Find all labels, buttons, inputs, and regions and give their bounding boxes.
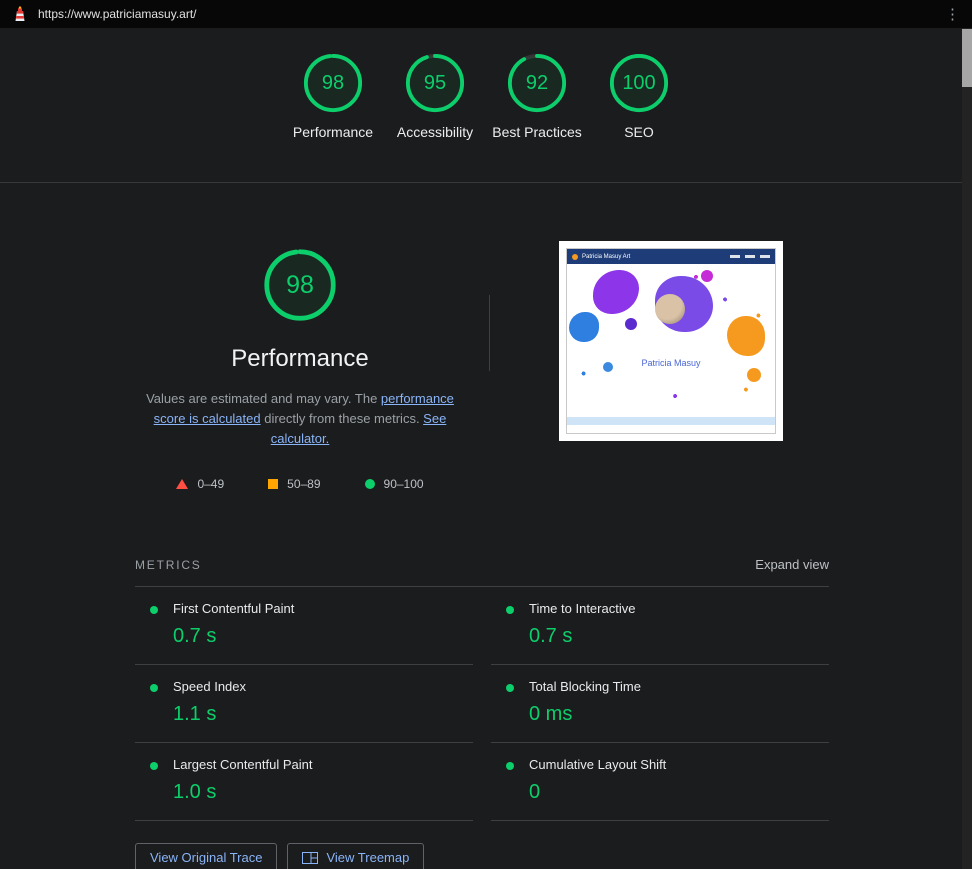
url-bar: https://www.patriciamasuy.art/ ⋮ — [0, 0, 972, 28]
score-label: Best Practices — [492, 124, 582, 140]
site-logo — [572, 253, 578, 260]
scrollbar-track[interactable] — [962, 28, 972, 869]
site-preview-footer — [567, 417, 775, 425]
average-square-icon — [268, 479, 279, 490]
metric-time-to-interactive: Time to Interactive 0.7 s — [491, 587, 829, 666]
metrics-header: METRICS Expand view — [135, 557, 829, 586]
paint-blob — [569, 312, 599, 342]
metric-cumulative-layout-shift: Cumulative Layout Shift 0 — [491, 743, 829, 822]
pass-dot-icon — [506, 684, 514, 693]
lighthouse-icon — [15, 6, 25, 21]
view-original-trace-button[interactable]: View Original Trace — [135, 843, 278, 869]
category-title: Performance — [231, 345, 369, 372]
metric-value: 0.7 s — [529, 625, 573, 648]
site-preview-body: Patricia Masuy — [567, 264, 775, 425]
metric-label: Cumulative Layout Shift — [529, 757, 667, 773]
fail-triangle-icon — [176, 479, 189, 490]
final-screenshot-thumbnail: Patricia Masuy Art Patricia Masuy — [559, 241, 783, 441]
seo-gauge: 100 — [608, 52, 670, 114]
legend-range: 90–100 — [383, 477, 424, 492]
score-summary: 98 Performance 95 Accessibility 92 Best … — [0, 28, 972, 183]
button-label: View Original Trace — [150, 850, 263, 866]
metrics-heading: METRICS — [135, 557, 202, 572]
performance-gauge: 98 — [302, 52, 364, 114]
treemap-icon — [302, 851, 319, 864]
score-value: 98 — [321, 71, 345, 94]
score-value: 98 — [286, 270, 314, 299]
performance-category-gauge: 98 — [262, 247, 338, 323]
scrollbar-thumb[interactable] — [962, 29, 972, 87]
button-label: View Treemap — [326, 850, 410, 866]
accessibility-gauge: 95 — [404, 52, 466, 114]
metric-largest-contentful-paint: Largest Contentful Paint 1.0 s — [135, 743, 473, 822]
portrait-photo — [655, 294, 685, 324]
paint-blob — [625, 318, 637, 330]
tested-url[interactable]: https://www.patriciamasuy.art/ — [38, 7, 197, 21]
description-text: Values are estimated and may vary. The — [146, 391, 381, 407]
metric-label: Speed Index — [173, 679, 247, 695]
score-value: 92 — [525, 71, 549, 94]
summary-score-seo[interactable]: 100 SEO — [594, 52, 684, 182]
metric-value: 0 — [529, 781, 541, 804]
legend-fail: 0–49 — [176, 477, 224, 491]
paint-blob — [701, 270, 713, 282]
summary-score-accessibility[interactable]: 95 Accessibility — [390, 52, 480, 182]
site-name: Patricia Masuy — [641, 358, 701, 368]
legend-average: 50–89 — [268, 477, 321, 492]
metrics-actions: View Original Trace View Treemap — [135, 843, 829, 869]
metric-value: 0.7 s — [173, 625, 217, 648]
metric-value: 0 ms — [529, 703, 573, 726]
best-practices-gauge: 92 — [506, 52, 568, 114]
pass-circle-icon — [364, 479, 375, 490]
legend-range: 50–89 — [287, 477, 321, 492]
score-scale-legend: 0–49 50–89 90–100 — [135, 477, 465, 491]
legend-pass: 90–100 — [364, 477, 424, 492]
metric-speed-index: Speed Index 1.1 s — [135, 665, 473, 744]
paint-blob — [747, 368, 761, 382]
metric-value: 1.0 s — [173, 781, 217, 804]
site-title: Patricia Masuy Art — [582, 253, 631, 260]
expand-view-button[interactable]: Expand view — [755, 557, 829, 572]
pass-dot-icon — [150, 684, 158, 693]
score-label: Performance — [292, 124, 374, 140]
pass-dot-icon — [150, 762, 158, 771]
metric-label: Total Blocking Time — [529, 679, 641, 695]
metrics-section: METRICS Expand view First Contentful Pai… — [135, 557, 829, 869]
paint-blob — [727, 316, 765, 356]
pass-dot-icon — [506, 606, 514, 615]
summary-score-performance[interactable]: 98 Performance — [288, 52, 378, 182]
summary-score-best-practices[interactable]: 92 Best Practices — [492, 52, 582, 182]
pass-dot-icon — [150, 606, 158, 615]
kebab-menu-icon[interactable]: ⋮ — [943, 7, 962, 22]
site-preview-header: Patricia Masuy Art — [567, 249, 775, 264]
score-value: 95 — [423, 71, 447, 94]
performance-category-header: 98 Performance Values are estimated and … — [0, 183, 972, 491]
performance-hero: 98 Performance Values are estimated and … — [135, 241, 465, 491]
metric-label: Time to Interactive — [529, 601, 636, 617]
site-preview: Patricia Masuy Art Patricia Masuy — [566, 248, 776, 434]
score-label: Accessibility — [396, 124, 474, 140]
site-nav — [730, 255, 770, 258]
pass-dot-icon — [506, 762, 514, 771]
lighthouse-report: https://www.patriciamasuy.art/ ⋮ 98 Perf… — [0, 0, 972, 869]
metric-first-contentful-paint: First Contentful Paint 0.7 s — [135, 587, 473, 666]
metric-label: Largest Contentful Paint — [173, 757, 313, 773]
metric-value: 1.1 s — [173, 703, 217, 726]
metrics-grid: First Contentful Paint 0.7 s Time to Int… — [135, 586, 829, 822]
score-label: SEO — [624, 124, 654, 140]
performance-description: Values are estimated and may vary. The p… — [135, 389, 465, 449]
description-text: directly from these metrics. — [260, 411, 424, 427]
legend-range: 0–49 — [197, 477, 225, 492]
metric-label: First Contentful Paint — [173, 601, 295, 617]
vertical-divider — [489, 295, 490, 371]
score-value: 100 — [622, 71, 656, 94]
view-treemap-button[interactable]: View Treemap — [287, 843, 425, 869]
metric-total-blocking-time: Total Blocking Time 0 ms — [491, 665, 829, 744]
